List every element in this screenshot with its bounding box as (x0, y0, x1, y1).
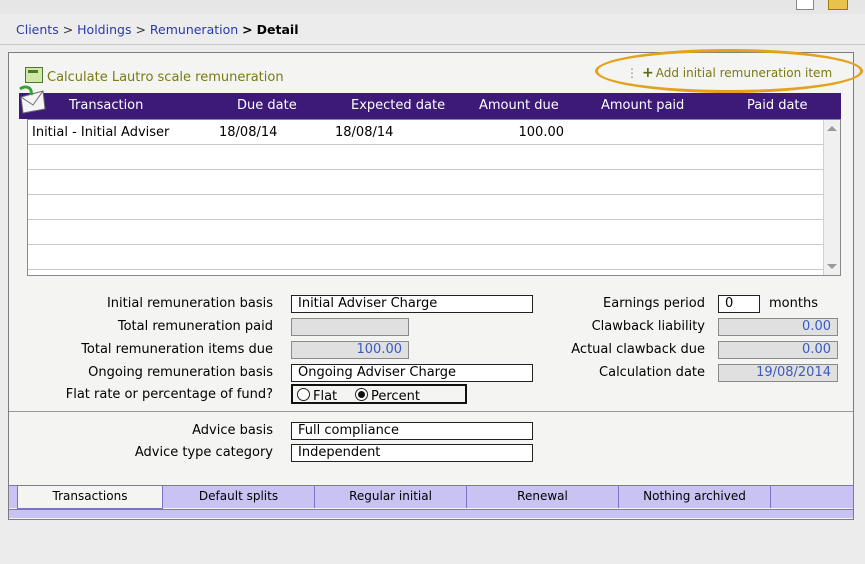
earnings-period-unit: months (769, 296, 818, 311)
initial-basis-field[interactable]: Initial Adviser Charge (291, 295, 533, 313)
table-row-empty (28, 195, 824, 220)
breadcrumb: Clients > Holdings > Remuneration > Deta… (16, 22, 298, 37)
cell-amount-due: 100.00 (518, 125, 565, 140)
ongoing-basis-label: Ongoing remuneration basis (88, 365, 273, 380)
breadcrumb-remuneration[interactable]: Remuneration (150, 22, 238, 37)
add-label: Add initial remuneration item (655, 66, 833, 80)
table-row-empty (28, 220, 824, 245)
plus-icon: + (642, 65, 654, 81)
actual-clawback-field: 0.00 (718, 341, 838, 359)
tab-transactions[interactable]: Transactions (17, 486, 163, 509)
table-row-empty (28, 145, 824, 170)
clawback-liability-label: Clawback liability (591, 319, 705, 334)
bottom-tabs: Transactions Default splits Regular init… (9, 485, 853, 509)
advice-basis-label: Advice basis (192, 423, 273, 438)
calculation-date-field: 19/08/2014 (718, 364, 838, 382)
top-strip (0, 0, 865, 14)
grip-icon: ⋮ (626, 66, 638, 80)
tab-default-splits[interactable]: Default splits (163, 486, 315, 508)
earnings-period-field[interactable]: 0 (718, 295, 760, 313)
column-expected-date[interactable]: Expected date (351, 98, 445, 113)
total-paid-label: Total remuneration paid (117, 319, 273, 334)
tab-footer-bar (9, 509, 853, 518)
total-paid-field (291, 318, 409, 336)
breadcrumb-separator: > (62, 22, 74, 37)
remuneration-detail-panel: Calculate Lautro scale remuneration ⋮ + Ad… (8, 49, 863, 520)
cell-transaction: Initial - Initial Adviser (32, 125, 170, 140)
cell-expected-date: 18/08/14 (335, 125, 394, 140)
calculation-date-label: Calculation date (599, 365, 705, 380)
breadcrumb-separator: > (242, 22, 253, 37)
tab-nothing-archived[interactable]: Nothing archived (619, 486, 771, 508)
scroll-down-icon[interactable] (827, 264, 837, 269)
flat-or-percentage-group: Flat Percent (291, 384, 467, 404)
ongoing-basis-field[interactable]: Ongoing Adviser Charge (291, 364, 533, 382)
advice-basis-field[interactable]: Full compliance (291, 422, 533, 440)
envelope-icon (19, 85, 46, 114)
initial-basis-label: Initial remuneration basis (106, 296, 273, 311)
earnings-period-label: Earnings period (603, 296, 705, 311)
scroll-up-icon[interactable] (827, 126, 837, 131)
column-amount-paid[interactable]: Amount paid (601, 98, 684, 113)
items-due-field: 100.00 (291, 341, 409, 359)
column-amount-due[interactable]: Amount due (479, 98, 559, 113)
column-transaction[interactable]: Transaction (69, 98, 143, 113)
breadcrumb-holdings[interactable]: Holdings (77, 22, 131, 37)
calculate-lautro-button[interactable]: Calculate Lautro scale remuneration (25, 67, 284, 85)
table-header: Transaction Due date Expected date Amoun… (19, 85, 841, 119)
items-due-label: Total remuneration items due (81, 342, 273, 357)
window-icon[interactable] (796, 0, 814, 10)
table-row-empty (28, 245, 824, 270)
clawback-liability-field: 0.00 (718, 318, 838, 336)
advice-type-label: Advice type category (134, 445, 273, 460)
calculator-icon (25, 67, 43, 83)
radio-unchecked-icon (297, 388, 310, 401)
flat-radio[interactable]: Flat (297, 388, 337, 404)
percent-radio[interactable]: Percent (355, 388, 420, 404)
folder-icon[interactable] (828, 0, 848, 10)
advice-type-field[interactable]: Independent (291, 444, 533, 462)
calculate-label: Calculate Lautro scale remuneration (47, 70, 284, 85)
column-due-date[interactable]: Due date (237, 98, 297, 113)
transactions-grid: Initial - Initial Adviser 18/08/14 18/08… (27, 119, 841, 276)
radio-checked-icon (355, 388, 368, 401)
flat-or-percentage-label: Flat rate or percentage of fund? (65, 387, 273, 402)
add-initial-remuneration-button[interactable]: ⋮ + Add initial remuneration item (626, 65, 832, 81)
breadcrumb-clients[interactable]: Clients (16, 22, 59, 37)
flat-option-label: Flat (313, 389, 338, 404)
grid-scrollbar[interactable] (823, 120, 840, 275)
tab-regular-initial[interactable]: Regular initial (315, 486, 467, 508)
tab-renewal[interactable]: Renewal (467, 486, 619, 508)
table-row-empty (28, 170, 824, 195)
actual-clawback-label: Actual clawback due (571, 342, 705, 357)
column-paid-date[interactable]: Paid date (747, 98, 808, 113)
breadcrumb-divider (0, 44, 865, 45)
percent-option-label: Percent (371, 389, 420, 404)
cell-due-date: 18/08/14 (219, 125, 278, 140)
breadcrumb-current: Detail (256, 22, 299, 37)
breadcrumb-separator: > (135, 22, 146, 37)
table-row[interactable]: Initial - Initial Adviser 18/08/14 18/08… (28, 120, 824, 145)
section-divider (9, 411, 853, 412)
